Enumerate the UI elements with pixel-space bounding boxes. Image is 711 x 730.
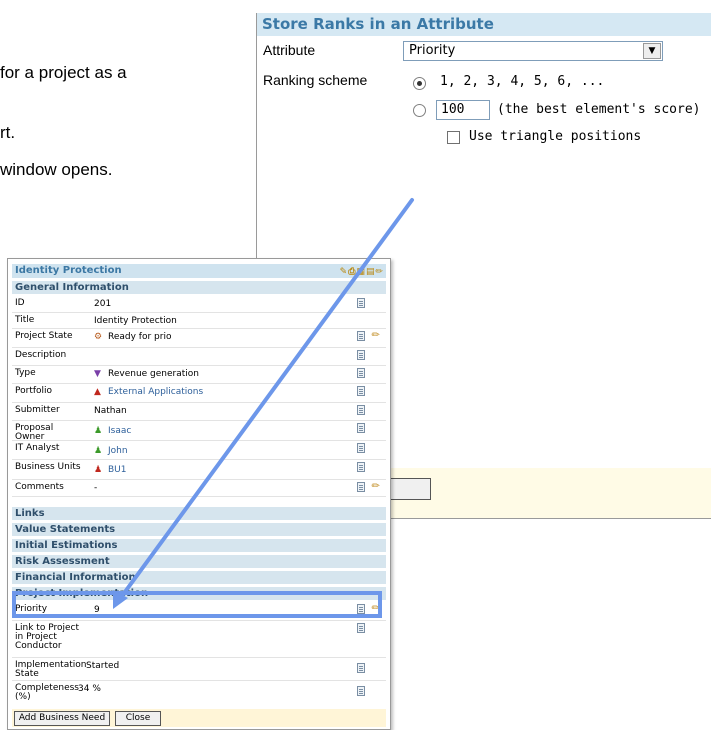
arrow-annotation	[113, 198, 414, 609]
arrow-line	[120, 198, 414, 598]
